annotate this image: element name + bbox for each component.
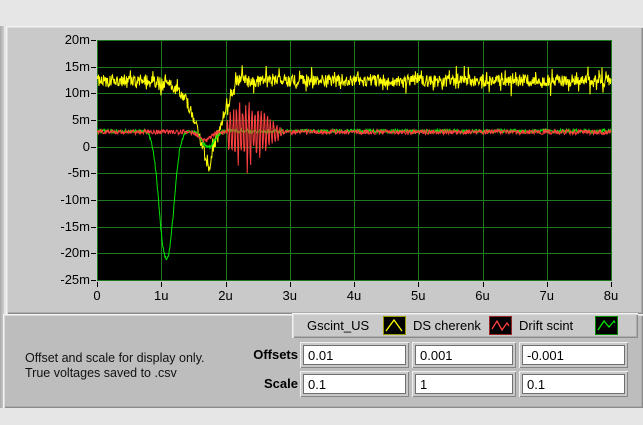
x-axis-tick: [611, 282, 612, 287]
y-axis-label: 10m: [64, 85, 90, 101]
x-axis-label: 1u: [154, 288, 169, 303]
scale-field-ds-cherenk[interactable]: [415, 374, 513, 394]
legend-item-drift-scint[interactable]: Drift scint: [519, 316, 618, 335]
y-axis-label: -25m: [60, 272, 90, 287]
waveform-plot-area: [97, 40, 612, 281]
y-axis-label: -20m: [60, 245, 90, 261]
x-axis-tick: [225, 282, 227, 287]
waveform-graph: [97, 40, 612, 281]
y-axis-label: 0: [82, 138, 90, 154]
offset-field-drift-scint-frame: [519, 342, 628, 368]
scale-field-gscint-us[interactable]: [303, 374, 406, 394]
offset-field-ds-cherenk[interactable]: [415, 345, 513, 365]
legend-item-ds-cherenk[interactable]: DS cherenk: [413, 316, 512, 335]
y-axis-tick: [91, 66, 96, 68]
y-axis-tick: [91, 146, 96, 148]
x-axis-label: 0: [93, 288, 101, 303]
plot-legend: Gscint_US DS cherenk Drift scint: [292, 313, 638, 338]
y-axis-label: 20m: [64, 32, 90, 47]
gscint-us-waveform-icon[interactable]: [383, 316, 406, 335]
offset-field-gscint-us-frame: [300, 342, 409, 368]
display-note-line1: Offset and scale for display only.: [25, 351, 205, 365]
y-axis-tick: [91, 253, 96, 255]
scale-field-drift-scint-frame: [519, 371, 628, 397]
x-axis-label: 8u: [603, 288, 619, 303]
offsets-label: Offsets: [253, 347, 298, 362]
y-axis-label: -5m: [67, 165, 90, 181]
x-axis-label: 5u: [411, 288, 426, 303]
y-axis-tick: [91, 226, 96, 228]
y-axis-label: 15m: [64, 58, 90, 74]
y-axis-tick: [91, 173, 96, 175]
legend-label-gscint-us: Gscint_US: [307, 318, 370, 333]
x-axis-tick: [289, 282, 291, 287]
x-axis-label: 2u: [218, 288, 233, 303]
y-axis-tick: [91, 280, 96, 281]
legend-item-gscint-us[interactable]: Gscint_US: [307, 316, 406, 335]
x-axis-tick: [354, 282, 355, 287]
scale-field-gscint-us-frame: [300, 371, 409, 397]
legend-label-drift-scint: Drift scint: [519, 318, 574, 333]
x-axis-label: 4u: [346, 288, 362, 303]
x-axis: 0 1u 2u 3u 4u 5u 6u 7u 8u: [0, 286, 643, 303]
x-axis-tick: [546, 282, 548, 287]
y-axis-tick: [91, 93, 96, 95]
x-axis-tick: [161, 282, 163, 287]
y-axis-tick: [91, 120, 96, 121]
x-axis-tick: [482, 282, 484, 287]
scale-label: Scale: [264, 376, 298, 391]
y-axis: 20m 15m 10m 5m 0 -5m -10m -15m -20m -25m: [40, 0, 90, 300]
y-axis-tick: [91, 200, 96, 201]
x-axis-label: 6u: [475, 288, 490, 303]
ds-cherenk-waveform-icon[interactable]: [489, 316, 512, 335]
offset-field-ds-cherenk-frame: [412, 342, 516, 368]
y-axis-label: -10m: [60, 192, 90, 207]
y-axis-tick: [91, 40, 96, 41]
y-axis-label: 5m: [71, 112, 90, 127]
x-axis-tick: [418, 282, 420, 287]
offset-field-gscint-us[interactable]: [303, 345, 406, 365]
x-axis-label: 3u: [282, 288, 297, 303]
drift-scint-waveform-icon[interactable]: [595, 316, 618, 335]
offset-field-drift-scint[interactable]: [522, 345, 625, 365]
x-axis-label: 7u: [539, 288, 554, 303]
display-note: Offset and scale for display only. True …: [25, 351, 205, 381]
y-axis-label: -15m: [60, 218, 90, 234]
scale-field-drift-scint[interactable]: [522, 374, 625, 394]
x-axis-tick: [97, 282, 98, 287]
scale-field-ds-cherenk-frame: [412, 371, 516, 397]
display-note-line2: True voltages saved to .csv: [25, 366, 177, 380]
legend-label-ds-cherenk: DS cherenk: [413, 318, 481, 333]
